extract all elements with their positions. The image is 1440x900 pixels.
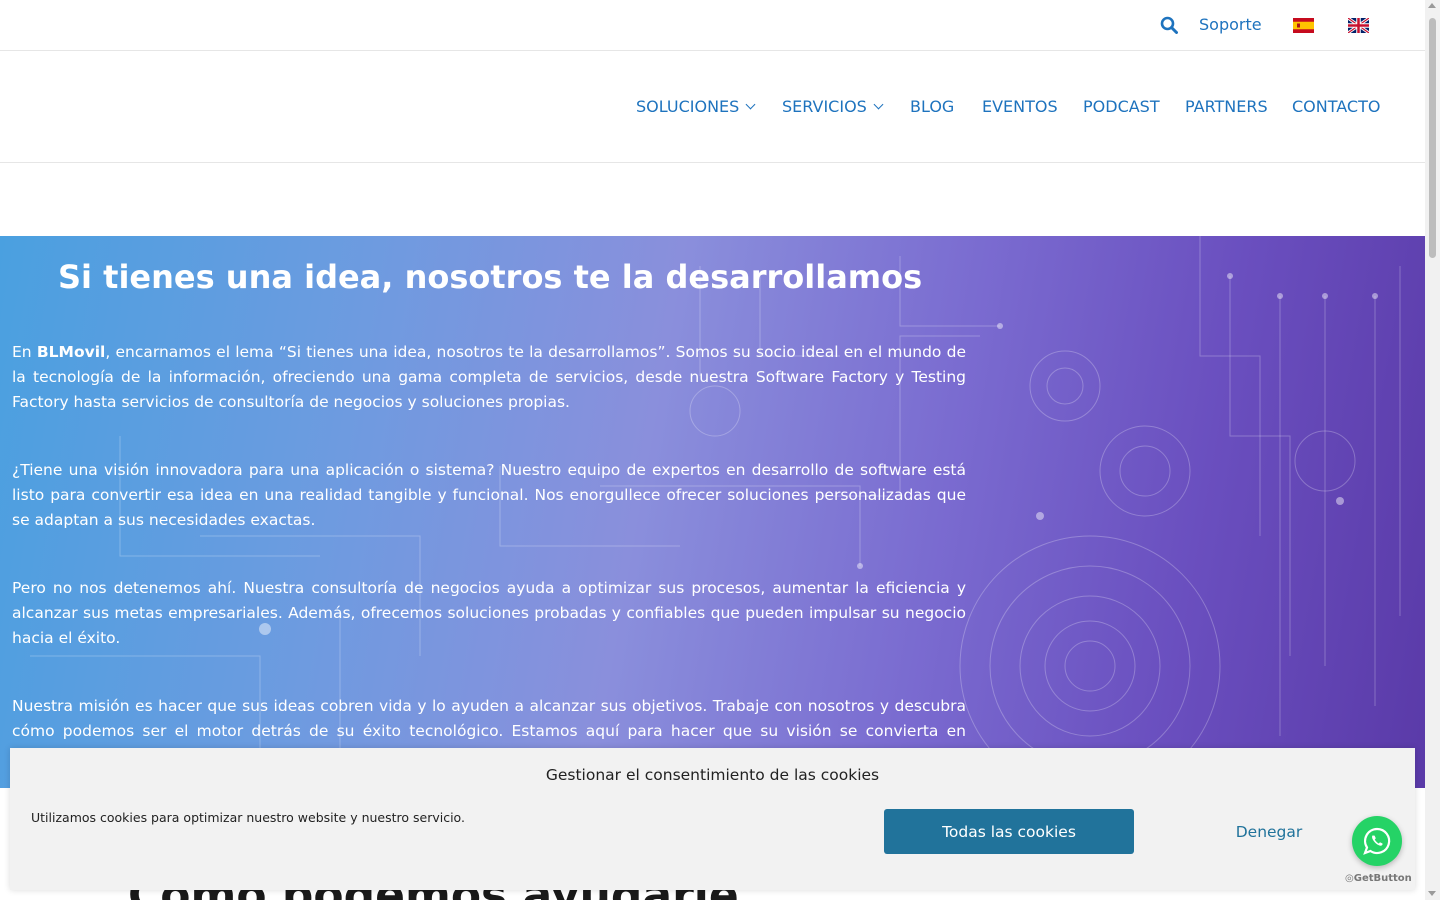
chevron-down-icon [745, 99, 756, 110]
nav-item-label: PARTNERS [1185, 97, 1268, 116]
search-icon[interactable] [1160, 16, 1178, 34]
nav-item-label: CONTACTO [1292, 97, 1381, 116]
nav-item-blog[interactable]: BLOG [910, 97, 954, 116]
deny-cookies-button[interactable]: Denegar [1184, 809, 1354, 854]
hero-paragraph-2: ¿Tiene una visión innovadora para una ap… [12, 461, 966, 529]
nav-item-label: EVENTOS [982, 97, 1058, 116]
brand-name: BLMovil [36, 343, 106, 361]
getbutton-label: GetButton [1353, 873, 1412, 884]
scrollbar-thumb[interactable] [1429, 18, 1436, 258]
hero-p1-prefix: En [12, 343, 37, 361]
whatsapp-icon [1363, 827, 1391, 855]
nav-item-podcast[interactable]: PODCAST [1083, 97, 1160, 116]
getbutton-credit[interactable]: ◎GetButton [1345, 873, 1412, 884]
vertical-scrollbar[interactable] [1425, 0, 1440, 900]
nav-item-label: BLOG [910, 97, 955, 116]
hero-title: Si tienes una idea, nosotros te la desar… [58, 258, 923, 296]
nav-item-partners[interactable]: PARTNERS [1185, 97, 1268, 116]
accept-all-cookies-button[interactable]: Todas las cookies [884, 809, 1134, 854]
whatsapp-button[interactable] [1352, 816, 1402, 866]
cookie-banner-message: Utilizamos cookies para optimizar nuestr… [31, 810, 465, 825]
uk-flag-icon[interactable] [1348, 18, 1369, 33]
nav-item-servicios[interactable]: SERVICIOS [782, 97, 884, 116]
getbutton-logo-icon: ◎ [1345, 873, 1354, 884]
nav-item-contacto[interactable]: CONTACTO [1292, 97, 1380, 116]
nav-item-label: PODCAST [1083, 97, 1160, 116]
scroll-up-arrow-icon[interactable] [1428, 3, 1436, 8]
chevron-down-icon [873, 99, 884, 110]
hero-p1-text: , encarnamos el lema “Si tienes una idea… [12, 343, 967, 411]
nav-item-eventos[interactable]: EVENTOS [982, 97, 1058, 116]
main-header: SOLUCIONES SERVICIOS BLOG EVENTOS PODCAS… [0, 51, 1425, 163]
cookie-consent-banner: Gestionar el consentimiento de las cooki… [10, 748, 1415, 890]
hero-paragraph-3: Pero no nos detenemos ahí. Nuestra consu… [12, 579, 966, 647]
hero-section: Si tienes una idea, nosotros te la desar… [0, 236, 1425, 788]
spain-flag-icon[interactable] [1293, 18, 1314, 33]
top-utility-bar: Soporte [0, 0, 1425, 51]
cookie-banner-title: Gestionar el consentimiento de las cooki… [545, 766, 880, 784]
support-link[interactable]: Soporte [1199, 15, 1262, 34]
nav-item-soluciones[interactable]: SOLUCIONES [636, 97, 756, 116]
nav-item-label: SOLUCIONES [636, 97, 740, 116]
hero-paragraph-1: En BLMovil, encarnamos el lema “Si tiene… [12, 340, 966, 415]
scroll-down-arrow-icon[interactable] [1428, 891, 1436, 896]
nav-item-label: SERVICIOS [782, 97, 867, 116]
